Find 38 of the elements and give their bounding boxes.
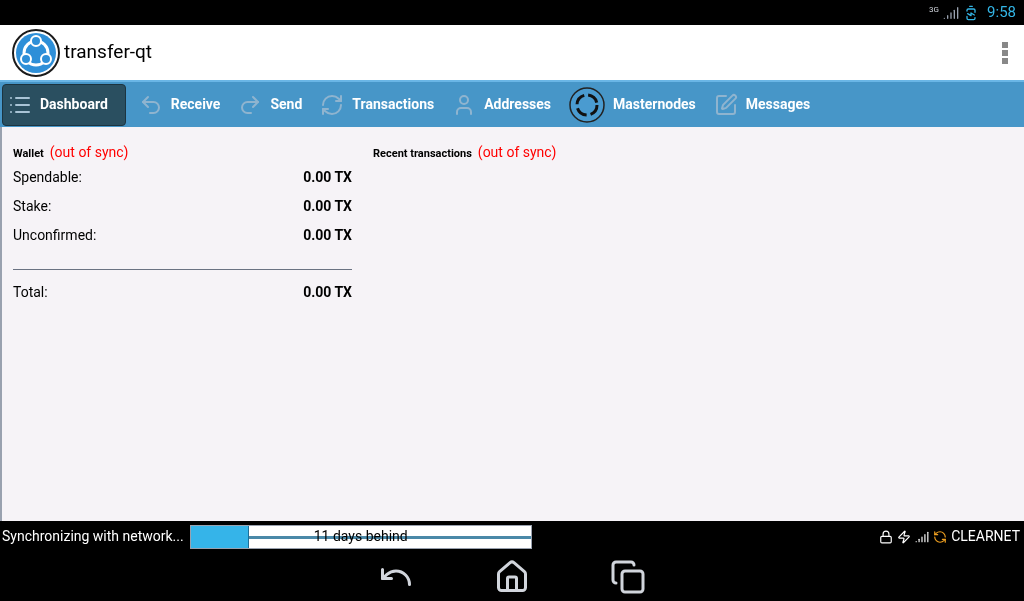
sync-icon (933, 529, 948, 544)
balance-value: 0.00 TX (303, 226, 352, 245)
edit-icon (713, 92, 738, 117)
balance-value: 0.00 TX (303, 168, 352, 187)
nav-tab[interactable]: Send (233, 83, 308, 126)
lightning-icon (897, 529, 912, 544)
app-logo-icon (12, 28, 60, 77)
nav-tab[interactable]: Masternodes (564, 83, 701, 126)
signal-icon (915, 529, 930, 544)
sync-warning: (out of sync) (49, 143, 129, 162)
refresh-icon (320, 92, 345, 117)
network-label: CLEARNET (951, 527, 1020, 546)
nav-tab[interactable]: Dashboard (2, 83, 126, 126)
network-type: 3G (929, 4, 940, 16)
balance-label: Unconfirmed: (13, 226, 97, 245)
balance-value: 0.00 TX (303, 282, 352, 302)
section-title: Wallet (13, 146, 44, 162)
padlock-icon (879, 529, 894, 544)
signal-icon (943, 4, 960, 21)
recent-apps-button[interactable] (610, 558, 646, 595)
ring-icon (569, 86, 606, 123)
overflow-menu-icon (1002, 41, 1008, 64)
home-icon (494, 558, 530, 595)
section-title: Recent transactions (373, 146, 472, 162)
sync-status-text: Synchronizing with network... (2, 527, 184, 546)
balance-label: Stake: (13, 197, 52, 216)
nav-tab[interactable]: Messages (708, 83, 816, 126)
recent-apps-icon (610, 558, 646, 595)
nav-tab[interactable]: Receive (133, 83, 226, 126)
home-button[interactable] (494, 558, 530, 595)
balance-label: Total: (13, 282, 48, 302)
nav-tab[interactable]: Addresses (447, 83, 557, 126)
balance-label: Spendable: (13, 168, 82, 187)
nav-tab[interactable]: Transactions (315, 83, 440, 126)
balance-value: 0.00 TX (303, 197, 352, 216)
sync-warning: (out of sync) (477, 143, 557, 162)
app-title: transfer-qt (64, 39, 153, 66)
clock: 9:58 (987, 2, 1016, 24)
